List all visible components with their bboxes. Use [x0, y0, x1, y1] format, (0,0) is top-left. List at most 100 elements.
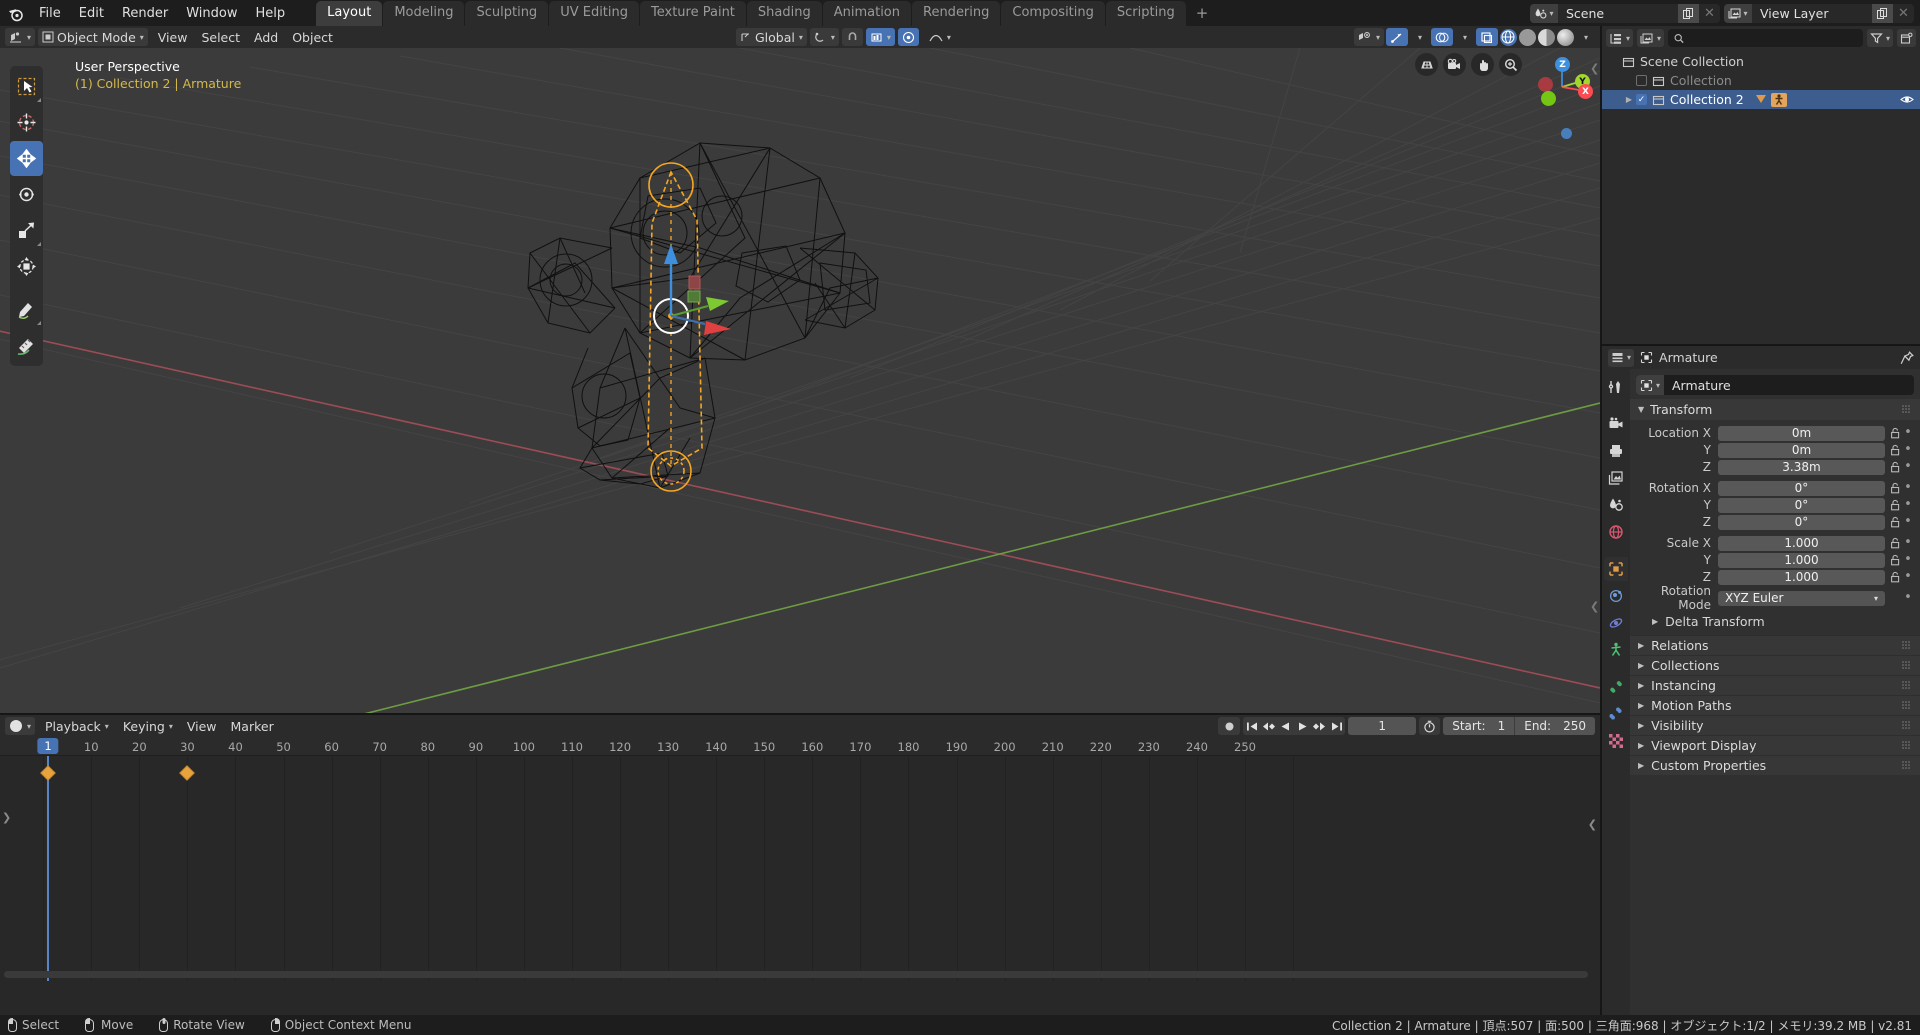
outliner-visibility-eye-icon[interactable]: [1900, 94, 1914, 105]
properties-tool-tab[interactable]: [1604, 375, 1628, 399]
gizmo-axis-neg-x[interactable]: [1538, 77, 1553, 92]
properties-view-layer-tab[interactable]: [1604, 466, 1628, 490]
remove-scene-button[interactable]: ✕: [1699, 3, 1720, 23]
pan-view-icon[interactable]: [1471, 53, 1494, 76]
add-workspace-button[interactable]: +: [1187, 0, 1218, 26]
gizmo-axis-x[interactable]: X: [1578, 84, 1593, 99]
properties-object-constraint-tab[interactable]: [1604, 638, 1628, 662]
outliner-editor-type-selector[interactable]: ▾: [1606, 29, 1634, 47]
use-preview-range-button[interactable]: [1419, 717, 1441, 735]
viewport-menu-select[interactable]: Select: [194, 28, 247, 46]
lock-icon[interactable]: [1888, 554, 1902, 566]
play-button[interactable]: [1294, 717, 1311, 735]
shading-solid-button[interactable]: [1518, 28, 1536, 46]
top-menu-edit[interactable]: Edit: [70, 3, 113, 24]
animate-property-dot[interactable]: •: [1902, 536, 1914, 549]
next-keyframe-button[interactable]: [1311, 717, 1328, 735]
properties-world-tab[interactable]: [1604, 520, 1628, 544]
viewport-axis-gizmo[interactable]: Z Y X: [1530, 55, 1594, 119]
lock-icon[interactable]: [1888, 444, 1902, 456]
vertical-splitter[interactable]: [1600, 26, 1602, 1015]
rotation-mode-animate-dot[interactable]: •: [1902, 591, 1914, 604]
annotate-tool[interactable]: [10, 292, 43, 327]
lock-icon[interactable]: [1888, 516, 1902, 528]
viewport-menu-object[interactable]: Object: [285, 28, 340, 46]
horizontal-splitter[interactable]: [0, 713, 1600, 715]
new-collection-icon[interactable]: [1897, 29, 1916, 47]
scene-selector[interactable]: ▾ Scene ✕: [1530, 3, 1720, 23]
panel-collections[interactable]: ▶ Collections: [1630, 655, 1920, 675]
overlays-toggle[interactable]: [1430, 28, 1453, 46]
timeline-menu-playback[interactable]: Playback ▾: [38, 717, 116, 735]
top-menu-file[interactable]: File: [30, 3, 70, 24]
new-view-layer-button[interactable]: [1872, 3, 1893, 23]
timeline-menu-marker[interactable]: Marker: [224, 717, 281, 735]
gizmo-axis-z[interactable]: Z: [1555, 57, 1570, 72]
top-menu-window[interactable]: Window: [177, 3, 246, 24]
rotation-mode-select[interactable]: XYZ Euler ▾: [1718, 590, 1885, 606]
workspace-tab-shading[interactable]: Shading: [746, 1, 822, 26]
viewport-menu-add[interactable]: Add: [247, 28, 285, 46]
viewport-menu-view[interactable]: View: [151, 28, 195, 46]
new-scene-button[interactable]: [1678, 3, 1699, 23]
outliner-search-input[interactable]: [1668, 29, 1863, 47]
rotate-tool[interactable]: [10, 177, 43, 212]
right-panel-splitter[interactable]: [1602, 344, 1920, 346]
cursor-tool[interactable]: [10, 105, 43, 140]
measure-tool[interactable]: [10, 328, 43, 363]
workspace-tab-texture-paint[interactable]: Texture Paint: [640, 1, 746, 26]
top-menu-help[interactable]: Help: [247, 3, 295, 24]
panel-custom-properties[interactable]: ▶ Custom Properties: [1630, 755, 1920, 775]
view-layer-name[interactable]: View Layer: [1752, 3, 1872, 23]
jump-to-end-button[interactable]: [1328, 717, 1345, 735]
transform-row-value[interactable]: 0m: [1718, 442, 1885, 458]
transform-panel-header[interactable]: ▼ Transform: [1630, 399, 1920, 420]
timeline-playhead-line[interactable]: [47, 756, 49, 981]
animate-property-dot[interactable]: •: [1902, 570, 1914, 583]
scene-icon[interactable]: ▾: [1530, 3, 1558, 23]
view-layer-selector[interactable]: ▾ View Layer ✕: [1724, 3, 1914, 23]
properties-object-data-tab[interactable]: [1604, 675, 1628, 699]
properties-physics-tab[interactable]: [1604, 611, 1628, 635]
outliner-row-scene-collection[interactable]: Scene Collection: [1602, 52, 1920, 71]
play-reverse-button[interactable]: [1277, 717, 1294, 735]
timeline-ruler[interactable]: 10 20 30 40 50 60 70 80 90 100 110 120 130 140 150 160 1…: [0, 737, 1600, 756]
start-frame-field[interactable]: Start: 1: [1443, 717, 1514, 735]
properties-object-tab[interactable]: [1604, 557, 1628, 581]
previous-keyframe-button[interactable]: [1260, 717, 1277, 735]
lock-icon[interactable]: [1888, 461, 1902, 473]
shading-options-dropdown[interactable]: ▾: [1576, 28, 1595, 46]
lock-icon[interactable]: [1888, 482, 1902, 494]
shading-wireframe-button[interactable]: [1499, 28, 1517, 46]
animate-property-dot[interactable]: •: [1902, 443, 1914, 456]
gizmo-options-dropdown[interactable]: ▾: [1410, 28, 1429, 46]
view-layer-icon[interactable]: ▾: [1724, 3, 1752, 23]
timeline-menu-view[interactable]: View: [180, 717, 224, 735]
zoom-view-icon[interactable]: [1499, 53, 1522, 76]
toggle-ortho-persp-icon[interactable]: [1415, 53, 1438, 76]
workspace-tab-animation[interactable]: Animation: [822, 1, 911, 26]
properties-editor-type-selector[interactable]: ▾: [1608, 348, 1635, 367]
transform-row-value[interactable]: 3.38m: [1718, 459, 1885, 475]
filter-icon[interactable]: ▾: [1866, 29, 1893, 47]
object-name-field[interactable]: ▾ Armature: [1636, 375, 1914, 395]
object-data-icon[interactable]: ▾: [1636, 375, 1664, 395]
3d-viewport[interactable]: User Perspective (1) Collection 2 | Arma…: [0, 48, 1600, 715]
remove-view-layer-button[interactable]: ✕: [1893, 3, 1914, 23]
animate-property-dot[interactable]: •: [1902, 460, 1914, 473]
overlays-options-dropdown[interactable]: ▾: [1455, 28, 1474, 46]
transform-tool[interactable]: [10, 249, 43, 284]
workspace-tab-compositing[interactable]: Compositing: [1001, 1, 1105, 26]
workspace-tab-sculpting[interactable]: Sculpting: [465, 1, 549, 26]
blender-logo-icon[interactable]: [0, 0, 30, 26]
scene-name[interactable]: Scene: [1558, 3, 1678, 23]
panel-motion-paths[interactable]: ▶ Motion Paths: [1630, 695, 1920, 715]
move-tool[interactable]: [10, 141, 43, 176]
outliner-checkbox[interactable]: ✓: [1636, 94, 1647, 105]
viewport-right-expand-arrow[interactable]: ❮: [1590, 62, 1599, 75]
shading-rendered-button[interactable]: [1556, 28, 1574, 46]
timeline-right-expand-arrow[interactable]: ❮: [1588, 818, 1597, 831]
proportional-falloff-selector[interactable]: ▾: [922, 28, 958, 46]
workspace-tab-rendering[interactable]: Rendering: [912, 1, 1001, 26]
jump-to-start-button[interactable]: [1243, 717, 1260, 735]
